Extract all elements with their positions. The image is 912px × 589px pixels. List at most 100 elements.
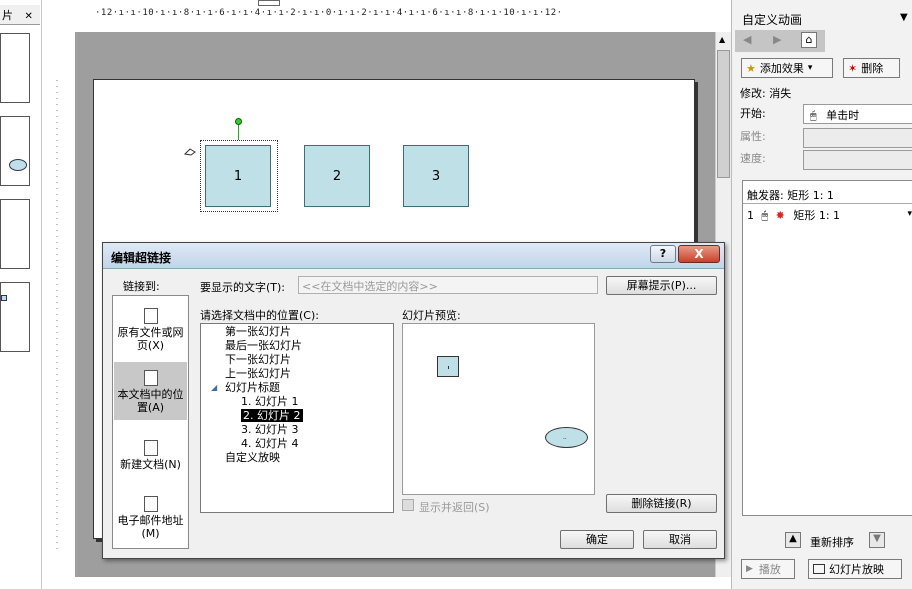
play-label: 播放 — [758, 563, 781, 576]
show-return-label: 显示并返回(S) — [419, 501, 490, 514]
exit-effect-star-icon: ✸ — [775, 209, 785, 222]
tree-item[interactable]: 1. 幻灯片 1 — [241, 395, 299, 408]
shape-rectangle-2[interactable]: 2 — [304, 145, 370, 207]
play-button[interactable]: ▶ 播放 — [741, 559, 795, 579]
forward-icon[interactable]: ▶ — [773, 33, 781, 46]
slideshow-icon — [813, 564, 825, 574]
delete-effect-button[interactable]: ✶ 删除 — [843, 58, 900, 78]
start-select[interactable]: 🖱 单击时 — [803, 104, 912, 124]
web-page-icon — [143, 308, 158, 324]
pane-menu-icon[interactable]: ▼ — [900, 12, 908, 23]
rotation-handle[interactable] — [235, 118, 242, 125]
chevron-down-icon: ▾ — [807, 63, 813, 73]
close-pane-icon[interactable]: ✕ — [25, 11, 33, 22]
custom-animation-pane: 自定义动画 ▼ ◀ ▶ ⌂ ★ 添加效果 ▾ ✶ 删除 修改: 消失 开始: 🖱… — [731, 0, 912, 589]
slideshow-button[interactable]: 幻灯片放映 — [808, 559, 902, 579]
shape-label: 3 — [431, 168, 441, 184]
vertical-ruler — [50, 80, 64, 550]
slide-thumbnail-3[interactable] — [0, 199, 30, 269]
link-option-label: 电子邮件地址 — [117, 514, 184, 527]
slide-thumbnail-4[interactable] — [0, 282, 30, 352]
slides-thumbnail-panel: 片 ✕ — [0, 0, 42, 589]
trigger-header: 触发器: 矩形 1: 1 — [747, 189, 834, 202]
tree-item-selected[interactable]: 2. 幻灯片 2 — [241, 409, 303, 422]
dialog-title: 编辑超链接 — [111, 251, 172, 265]
link-option-email[interactable]: 电子邮件地址 (M) — [114, 496, 187, 540]
slide-thumbnail-1[interactable] — [0, 33, 30, 103]
reorder-label: 重新排序 — [810, 536, 854, 549]
shape-rectangle-1[interactable]: 1 — [205, 145, 271, 207]
slideshow-label: 幻灯片放映 — [829, 563, 884, 576]
start-label: 开始: — [740, 107, 766, 120]
tree-item[interactable]: 下一张幻灯片 — [225, 353, 291, 366]
tree-item[interactable]: 幻灯片标题 — [225, 381, 280, 394]
pane-nav-bar: ◀ ▶ ⌂ — [735, 30, 825, 52]
shape-label: 1 — [233, 168, 243, 184]
link-option-label: 新建文档(N) — [120, 458, 181, 471]
slides-tab-label: 片 — [2, 9, 13, 22]
divider — [743, 203, 912, 204]
link-option-label: 置(A) — [136, 401, 165, 414]
new-document-icon — [143, 440, 158, 456]
document-place-tree[interactable]: 第一张幻灯片 最后一张幻灯片 下一张幻灯片 上一张幻灯片 ◢ 幻灯片标题 1. … — [200, 323, 394, 513]
link-option-label: 本文档中的位 — [117, 388, 184, 401]
tree-item[interactable]: 上一张幻灯片 — [225, 367, 291, 380]
animation-item[interactable]: 1 🖱 ✸ 矩形 1: 1 ▾ — [747, 207, 912, 225]
show-return-checkbox[interactable] — [402, 499, 414, 511]
expand-triangle-icon[interactable]: ◢ — [211, 381, 217, 394]
link-option-this-document[interactable]: 本文档中的位 置(A) — [114, 362, 187, 420]
animation-list[interactable]: 触发器: 矩形 1: 1 1 🖱 ✸ 矩形 1: 1 ▾ — [742, 180, 912, 516]
play-icon: ▶ — [746, 564, 753, 574]
tree-item[interactable]: 3. 幻灯片 3 — [241, 423, 299, 436]
ellipse-thumb-icon — [9, 159, 27, 171]
shape-rectangle-3[interactable]: 3 — [403, 145, 469, 207]
display-text-label: 要显示的文字(T): — [200, 281, 286, 294]
pane-title: 自定义动画 — [742, 13, 803, 27]
delete-label: 删除 — [861, 62, 884, 75]
chevron-down-icon[interactable]: ▾ — [907, 209, 912, 219]
tree-item[interactable]: 最后一张幻灯片 — [225, 339, 302, 352]
slides-tab[interactable]: 片 ✕ — [0, 5, 40, 25]
remove-link-button[interactable]: 删除链接(R) — [606, 494, 717, 513]
slide-preview: ·· — [402, 323, 595, 495]
shape-label: 2 — [332, 168, 342, 184]
close-button[interactable]: X — [678, 245, 720, 263]
back-icon[interactable]: ◀ — [743, 33, 751, 46]
screentip-button[interactable]: 屏幕提示(P)... — [606, 276, 717, 295]
link-option-new-document[interactable]: 新建文档(N) — [114, 440, 187, 471]
link-option-label: 原有文件或网 — [117, 326, 184, 339]
property-label: 属性: — [740, 130, 766, 143]
link-option-label: 页(X) — [136, 339, 165, 352]
tree-item[interactable]: 自定义放映 — [225, 451, 280, 464]
ruler-indent-marker[interactable] — [258, 0, 280, 6]
animation-item-label: 矩形 1: 1 — [793, 209, 841, 222]
edit-hyperlink-dialog: 编辑超链接 ? X 链接到: 原有文件或网 页(X) 本文档中的位 置(A) 新… — [102, 242, 725, 559]
move-up-icon[interactable]: ▲ — [785, 532, 801, 548]
slide-thumbnail-2[interactable] — [0, 116, 30, 186]
add-effect-label: 添加效果 — [759, 62, 804, 75]
link-to-panel: 原有文件或网 页(X) 本文档中的位 置(A) 新建文档(N) 电子邮件地址 (… — [112, 295, 189, 549]
star-effect-icon: ★ — [746, 61, 756, 75]
add-effect-button[interactable]: ★ 添加效果 ▾ — [741, 58, 833, 78]
email-icon — [143, 496, 158, 512]
preview-label: 幻灯片预览: — [402, 309, 461, 322]
item-index: 1 — [747, 209, 754, 222]
link-to-label: 链接到: — [123, 280, 160, 293]
property-field — [803, 128, 912, 148]
scroll-thumb[interactable] — [717, 50, 730, 178]
tree-item[interactable]: 4. 幻灯片 4 — [241, 437, 299, 450]
ok-button[interactable]: 确定 — [560, 530, 634, 549]
link-option-existing-file[interactable]: 原有文件或网 页(X) — [114, 308, 187, 352]
scroll-up-icon[interactable]: ▲ — [719, 35, 725, 44]
start-value: 单击时 — [826, 109, 860, 122]
display-text-input[interactable]: <<在文档中选定的内容>> — [298, 276, 598, 294]
delete-star-icon: ✶ — [848, 61, 858, 75]
dialog-titlebar[interactable]: 编辑超链接 ? X — [103, 243, 724, 269]
home-icon[interactable]: ⌂ — [801, 32, 817, 48]
move-down-icon[interactable]: ▼ — [869, 532, 885, 548]
tree-item[interactable]: 第一张幻灯片 — [225, 325, 291, 338]
square-thumb-icon — [1, 295, 7, 301]
cancel-button[interactable]: 取消 — [643, 530, 717, 549]
modify-label: 修改: 消失 — [740, 87, 792, 100]
help-button[interactable]: ? — [650, 245, 676, 263]
